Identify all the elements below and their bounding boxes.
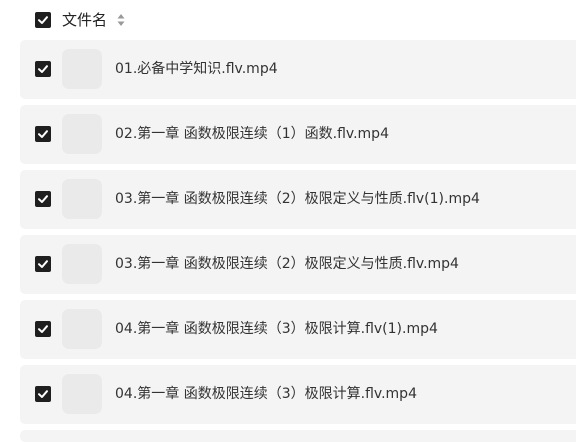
file-list-header: 文件名: [0, 0, 576, 40]
checkmark-icon: [38, 130, 48, 138]
file-thumbnail: [62, 309, 102, 349]
file-name[interactable]: 01.必备中学知识.flv.mp4: [115, 59, 278, 79]
file-name[interactable]: 04.第一章 函数极限连续（3）极限计算.flv.mp4: [115, 384, 417, 404]
checkmark-icon: [38, 65, 48, 73]
file-row[interactable]: 02.第一章 函数极限连续（1）函数.flv.mp4: [20, 105, 576, 164]
file-thumbnail: [62, 244, 102, 284]
file-checkbox[interactable]: [35, 321, 51, 337]
file-thumbnail: [62, 49, 102, 89]
file-row[interactable]: 04.第一章 函数极限连续（3）极限计算.flv(1).mp4: [20, 300, 576, 359]
checkmark-icon: [38, 325, 48, 333]
file-list: 01.必备中学知识.flv.mp4 02.第一章 函数极限连续（1）函数.flv…: [20, 40, 576, 442]
sort-updown-icon[interactable]: [117, 13, 125, 27]
file-row[interactable]: 04.第一章 函数极限连续（3）极限计算.flv.mp4: [20, 365, 576, 424]
checkmark-icon: [38, 195, 48, 203]
file-name[interactable]: 04.第一章 函数极限连续（3）极限计算.flv(1).mp4: [115, 319, 438, 339]
file-thumbnail: [62, 374, 102, 414]
file-checkbox[interactable]: [35, 191, 51, 207]
file-checkbox[interactable]: [35, 256, 51, 272]
file-checkbox[interactable]: [35, 126, 51, 142]
file-name[interactable]: 03.第一章 函数极限连续（2）极限定义与性质.flv(1).mp4: [115, 189, 480, 209]
file-checkbox[interactable]: [35, 386, 51, 402]
checkmark-icon: [38, 260, 48, 268]
select-all-checkbox[interactable]: [35, 12, 51, 28]
file-row-partial[interactable]: [20, 430, 576, 442]
filename-column-header[interactable]: 文件名: [62, 10, 107, 30]
checkmark-icon: [38, 390, 48, 398]
file-row[interactable]: 03.第一章 函数极限连续（2）极限定义与性质.flv.mp4: [20, 235, 576, 294]
file-thumbnail: [62, 179, 102, 219]
file-checkbox[interactable]: [35, 61, 51, 77]
file-row[interactable]: 03.第一章 函数极限连续（2）极限定义与性质.flv(1).mp4: [20, 170, 576, 229]
file-row[interactable]: 01.必备中学知识.flv.mp4: [20, 40, 576, 99]
file-name[interactable]: 02.第一章 函数极限连续（1）函数.flv.mp4: [115, 124, 389, 144]
file-thumbnail: [62, 114, 102, 154]
file-name[interactable]: 03.第一章 函数极限连续（2）极限定义与性质.flv.mp4: [115, 254, 459, 274]
checkmark-icon: [38, 16, 48, 24]
